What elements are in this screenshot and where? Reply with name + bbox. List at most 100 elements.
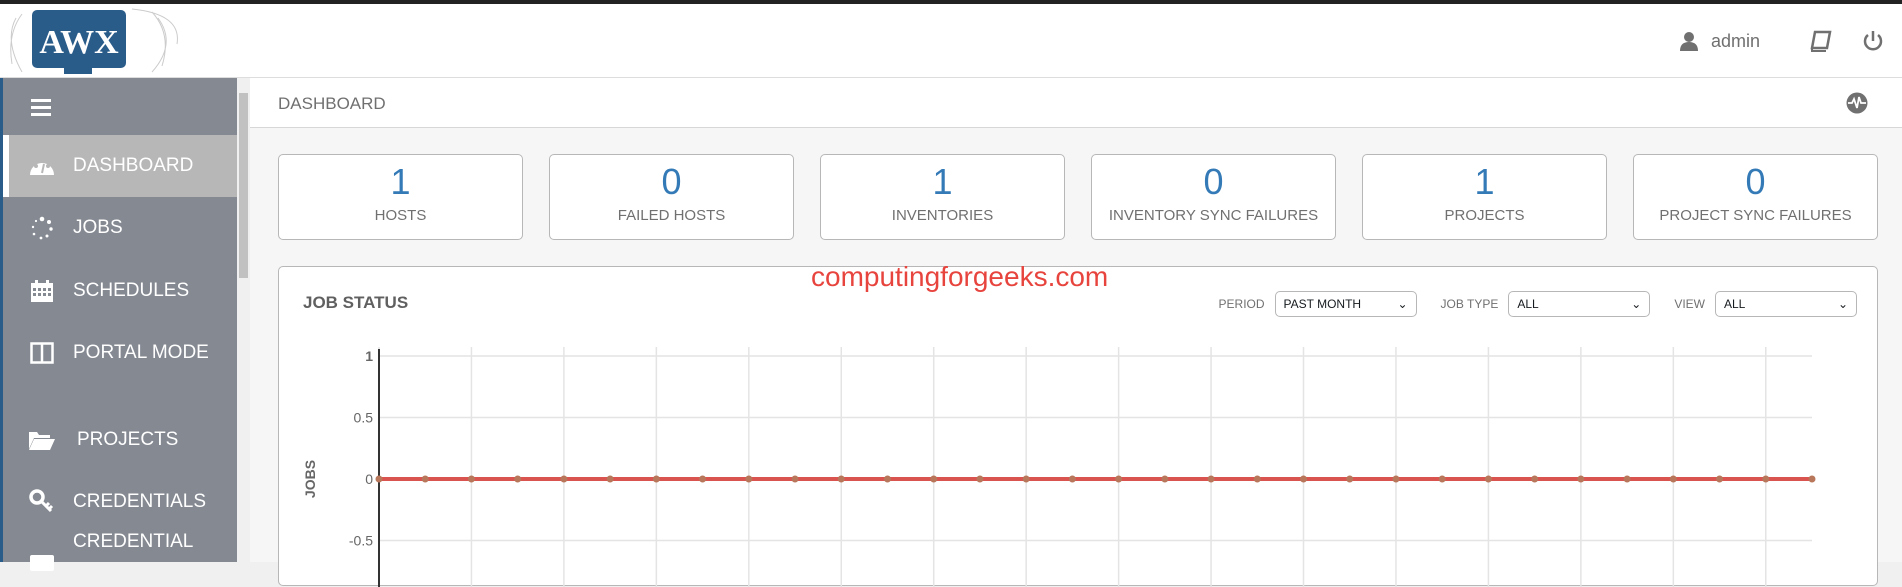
- svg-text:AWX: AWX: [39, 24, 119, 61]
- count-label: FAILED HOSTS: [617, 207, 726, 224]
- y-axis-label: JOBS: [302, 460, 318, 498]
- sidebar-item-credential-types[interactable]: CREDENTIAL: [3, 531, 237, 573]
- count-value: 0: [661, 161, 682, 202]
- data-point: [930, 475, 938, 483]
- count-card-project-sync-failures[interactable]: 0 PROJECT SYNC FAILURES: [1633, 154, 1878, 240]
- user-menu[interactable]: admin: [1679, 31, 1760, 52]
- data-point: [1762, 475, 1770, 483]
- job-type-select[interactable]: ALL ⌄: [1508, 291, 1651, 317]
- count-label: PROJECT SYNC FAILURES: [1659, 207, 1852, 224]
- data-point: [1438, 475, 1446, 483]
- page-header: DASHBOARD: [250, 78, 1902, 128]
- period-value: PAST MONTH: [1283, 297, 1362, 311]
- data-point: [375, 475, 383, 483]
- y-tick-label: 1: [365, 348, 373, 364]
- data-point: [1022, 475, 1030, 483]
- y-tick-label: 0: [365, 471, 373, 487]
- y-tick-label: 0.5: [354, 410, 374, 426]
- sidebar-item-schedules[interactable]: SCHEDULES: [3, 262, 237, 320]
- sidebar-item-credentials[interactable]: CREDENTIALS: [3, 473, 237, 531]
- folder-icon: [27, 429, 57, 451]
- data-point: [883, 475, 891, 483]
- data-point: [745, 475, 753, 483]
- docs-button[interactable]: [1810, 30, 1832, 52]
- sidebar-item-portal-mode[interactable]: PORTAL MODE: [3, 324, 237, 382]
- period-select[interactable]: PAST MONTH ⌄: [1274, 291, 1417, 317]
- sidebar-item-label: DASHBOARD: [73, 155, 194, 176]
- job-status-panel: 1 0.5 0 -0.5 JOBS JOB STATUS computingforgee…: [278, 261, 1878, 587]
- data-point: [1068, 475, 1076, 483]
- data-point: [1484, 475, 1492, 483]
- count-value: 0: [1203, 161, 1224, 202]
- count-label: INVENTORY SYNC FAILURES: [1108, 207, 1319, 224]
- sidebar-item-label: SCHEDULES: [73, 280, 190, 301]
- count-value: 1: [390, 161, 411, 202]
- sidebar: DASHBOARD JOBS SCHEDULES PORTAL MODE PRO…: [0, 78, 237, 571]
- sidebar-item-projects[interactable]: PROJECTS: [3, 411, 237, 469]
- chevron-down-icon: ⌄: [1397, 297, 1408, 311]
- data-point: [560, 475, 568, 483]
- job-type-value: ALL: [1517, 297, 1539, 311]
- data-point: [1253, 475, 1261, 483]
- sidebar-item-label: CREDENTIALS: [73, 491, 207, 512]
- count-value: 0: [1745, 161, 1766, 202]
- data-point: [467, 475, 475, 483]
- data-point: [1300, 475, 1308, 483]
- book-icon: [1810, 30, 1832, 52]
- data-point: [1115, 475, 1123, 483]
- count-card-hosts[interactable]: 1 HOSTS: [278, 154, 523, 240]
- job-type-label: JOB TYPE: [1440, 297, 1499, 311]
- data-point: [1669, 475, 1677, 483]
- sidebar-item-label: PORTAL MODE: [73, 342, 209, 363]
- data-point: [1207, 475, 1215, 483]
- count-card-inventory-sync-failures[interactable]: 0 INVENTORY SYNC FAILURES: [1091, 154, 1336, 240]
- main-content: DASHBOARD 1 HOSTS 0 FAILED HOSTS 1 INVENTOR…: [250, 78, 1902, 587]
- sidebar-item-label: PROJECTS: [77, 429, 179, 450]
- activity-stream-icon[interactable]: [1846, 92, 1868, 114]
- count-label: PROJECTS: [1444, 207, 1525, 224]
- sidebar-item-label: JOBS: [73, 217, 123, 238]
- card-icon: [27, 553, 57, 571]
- data-point: [1531, 475, 1539, 483]
- sidebar-item-dashboard[interactable]: DASHBOARD: [3, 135, 237, 197]
- view-label: VIEW: [1674, 297, 1705, 311]
- data-point: [421, 475, 429, 483]
- username: admin: [1710, 30, 1760, 51]
- dashboard-icon: [27, 156, 57, 176]
- awx-logo[interactable]: AWX: [2, 4, 187, 78]
- hamburger-icon: [27, 98, 57, 116]
- job-status-filters: PERIOD PAST MONTH ⌄ JOB TYPE ALL ⌄ VIEW AL…: [1219, 291, 1857, 317]
- data-point: [1716, 475, 1724, 483]
- top-header: AWX admin: [0, 4, 1902, 78]
- data-point: [1346, 475, 1354, 483]
- chevron-down-icon: ⌄: [1631, 297, 1642, 311]
- job-status-title: JOB STATUS: [303, 293, 409, 312]
- data-point: [1577, 475, 1585, 483]
- data-point: [1392, 475, 1400, 483]
- calendar-icon: [27, 279, 57, 303]
- watermark: computingforgeeks.com: [811, 261, 1109, 292]
- count-card-inventories[interactable]: 1 INVENTORIES: [820, 154, 1065, 240]
- y-tick-label: -0.5: [349, 533, 373, 549]
- view-select[interactable]: ALL ⌄: [1715, 291, 1857, 317]
- data-point: [1808, 475, 1816, 483]
- count-card-failed-hosts[interactable]: 0 FAILED HOSTS: [549, 154, 794, 240]
- spinner-icon: [27, 216, 57, 240]
- sidebar-toggle[interactable]: [3, 78, 237, 135]
- data-point: [699, 475, 707, 483]
- data-point: [652, 475, 660, 483]
- key-icon: [27, 489, 57, 515]
- scrollbar-thumb[interactable]: [239, 93, 248, 278]
- logout-button[interactable]: [1862, 30, 1884, 52]
- sidebar-item-jobs[interactable]: JOBS: [3, 202, 237, 254]
- count-cards: 1 HOSTS 0 FAILED HOSTS 1 INVENTORIES 0 INVEN…: [278, 154, 1878, 240]
- period-label: PERIOD: [1218, 297, 1265, 311]
- sidebar-scrollbar[interactable]: [237, 78, 250, 562]
- count-label: HOSTS: [374, 207, 427, 224]
- data-point: [976, 475, 984, 483]
- page-title: DASHBOARD: [278, 94, 386, 113]
- data-point: [514, 475, 522, 483]
- count-card-projects[interactable]: 1 PROJECTS: [1362, 154, 1607, 240]
- view-value: ALL: [1724, 297, 1746, 311]
- data-point: [1623, 475, 1631, 483]
